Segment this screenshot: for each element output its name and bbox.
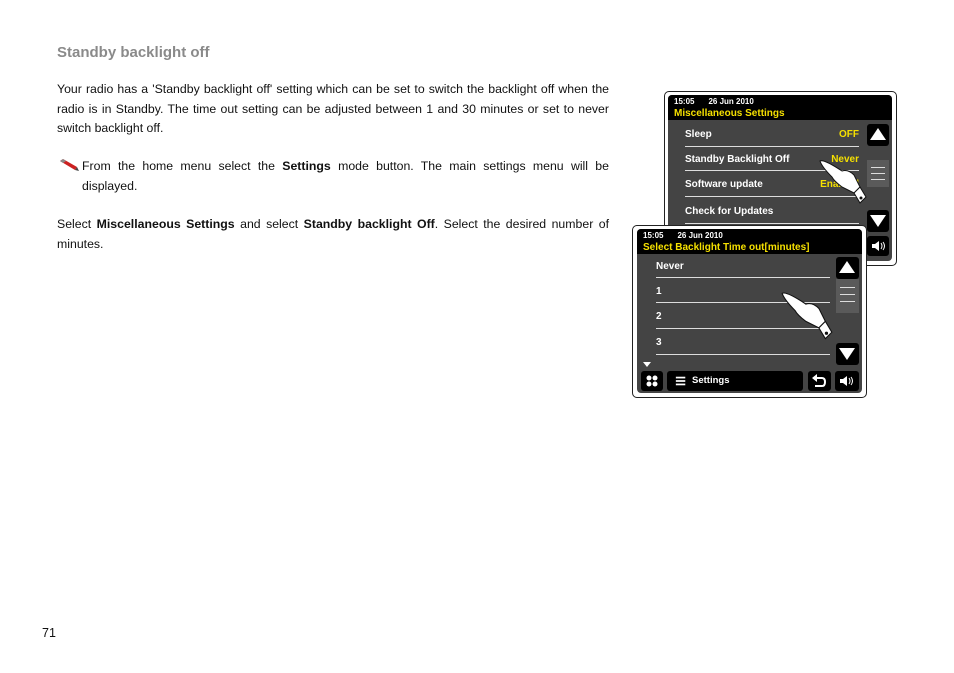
grid-home-icon <box>646 375 658 387</box>
item-label: Standby Backlight Off <box>685 154 790 165</box>
menu-list-icon <box>675 376 686 386</box>
item-label: Check for Updates <box>685 206 774 217</box>
scrollbar[interactable] <box>867 160 889 187</box>
divider <box>685 146 859 147</box>
option-label: 2 <box>656 311 662 322</box>
more-below-icon <box>643 362 651 367</box>
arrow-up-icon <box>870 128 886 140</box>
arrow-down-icon <box>839 348 855 360</box>
step-text: From the home menu select the <box>82 159 283 173</box>
settings-label: Settings <box>692 375 730 386</box>
backlight-timeout-screen: 15:05 26 Jun 2010 Select Backlight Time o… <box>637 229 862 393</box>
scrollbar[interactable] <box>836 279 859 313</box>
bold-misc-settings: Miscellaneous Settings <box>96 217 235 231</box>
intro-paragraph: Your radio has a 'Standby backlight off'… <box>57 82 609 135</box>
back-arrow-icon <box>812 374 827 387</box>
scroll-down-button[interactable] <box>867 210 889 232</box>
status-bar: 15:05 26 Jun 2010 <box>637 229 862 242</box>
back-button[interactable] <box>808 371 831 391</box>
scroll-up-button[interactable] <box>867 124 889 146</box>
step-bold-settings: Settings <box>282 159 331 173</box>
screen-title: Select Backlight Time out[minutes] <box>637 242 862 254</box>
settings-mode-button[interactable]: Settings <box>667 371 803 391</box>
screen-title: Miscellaneous Settings <box>668 108 892 120</box>
speaker-icon <box>872 241 885 251</box>
text: and select <box>234 217 304 231</box>
option-1[interactable]: 1 <box>656 286 662 297</box>
menu-item-check-updates[interactable]: Check for Updates <box>685 206 859 217</box>
divider <box>685 223 859 224</box>
volume-button[interactable] <box>867 236 889 256</box>
front-screen-frame: 15:05 26 Jun 2010 Select Backlight Time o… <box>632 225 867 398</box>
section-heading: Standby backlight off <box>57 44 210 61</box>
item-label: Sleep <box>685 129 712 140</box>
home-button[interactable] <box>641 371 663 391</box>
clock-time: 15:05 <box>674 97 695 106</box>
volume-button[interactable] <box>835 371 859 391</box>
option-2[interactable]: 2 <box>656 311 662 322</box>
option-3[interactable]: 3 <box>656 337 662 348</box>
status-bar: 15:05 26 Jun 2010 <box>668 95 892 108</box>
arrow-down-icon <box>870 215 886 227</box>
select-paragraph: Select Miscellaneous Settings and select… <box>57 215 609 254</box>
pen-note-icon <box>60 159 79 171</box>
arrow-up-icon <box>839 261 855 273</box>
divider <box>656 354 830 355</box>
scroll-up-button[interactable] <box>836 257 859 279</box>
speaker-icon <box>840 376 853 386</box>
option-never[interactable]: Never <box>656 261 684 272</box>
clock-date: 26 Jun 2010 <box>677 231 723 240</box>
option-label: Never <box>656 261 684 272</box>
text: Select <box>57 217 97 231</box>
scroll-down-button[interactable] <box>836 343 859 365</box>
clock-time: 15:05 <box>643 231 664 240</box>
item-label: Software update <box>685 179 763 190</box>
option-label: 1 <box>656 286 662 297</box>
divider <box>656 277 830 278</box>
step-paragraph: From the home menu select the Settings m… <box>82 157 609 196</box>
item-value: OFF <box>839 129 859 140</box>
pointing-hand-icon <box>819 160 867 204</box>
clock-date: 26 Jun 2010 <box>708 97 754 106</box>
option-label: 3 <box>656 337 662 348</box>
pointing-hand-icon <box>781 292 833 340</box>
bold-standby-backlight: Standby backlight Off <box>303 217 435 231</box>
page-number: 71 <box>42 626 56 640</box>
menu-item-sleep[interactable]: Sleep OFF <box>685 129 859 140</box>
